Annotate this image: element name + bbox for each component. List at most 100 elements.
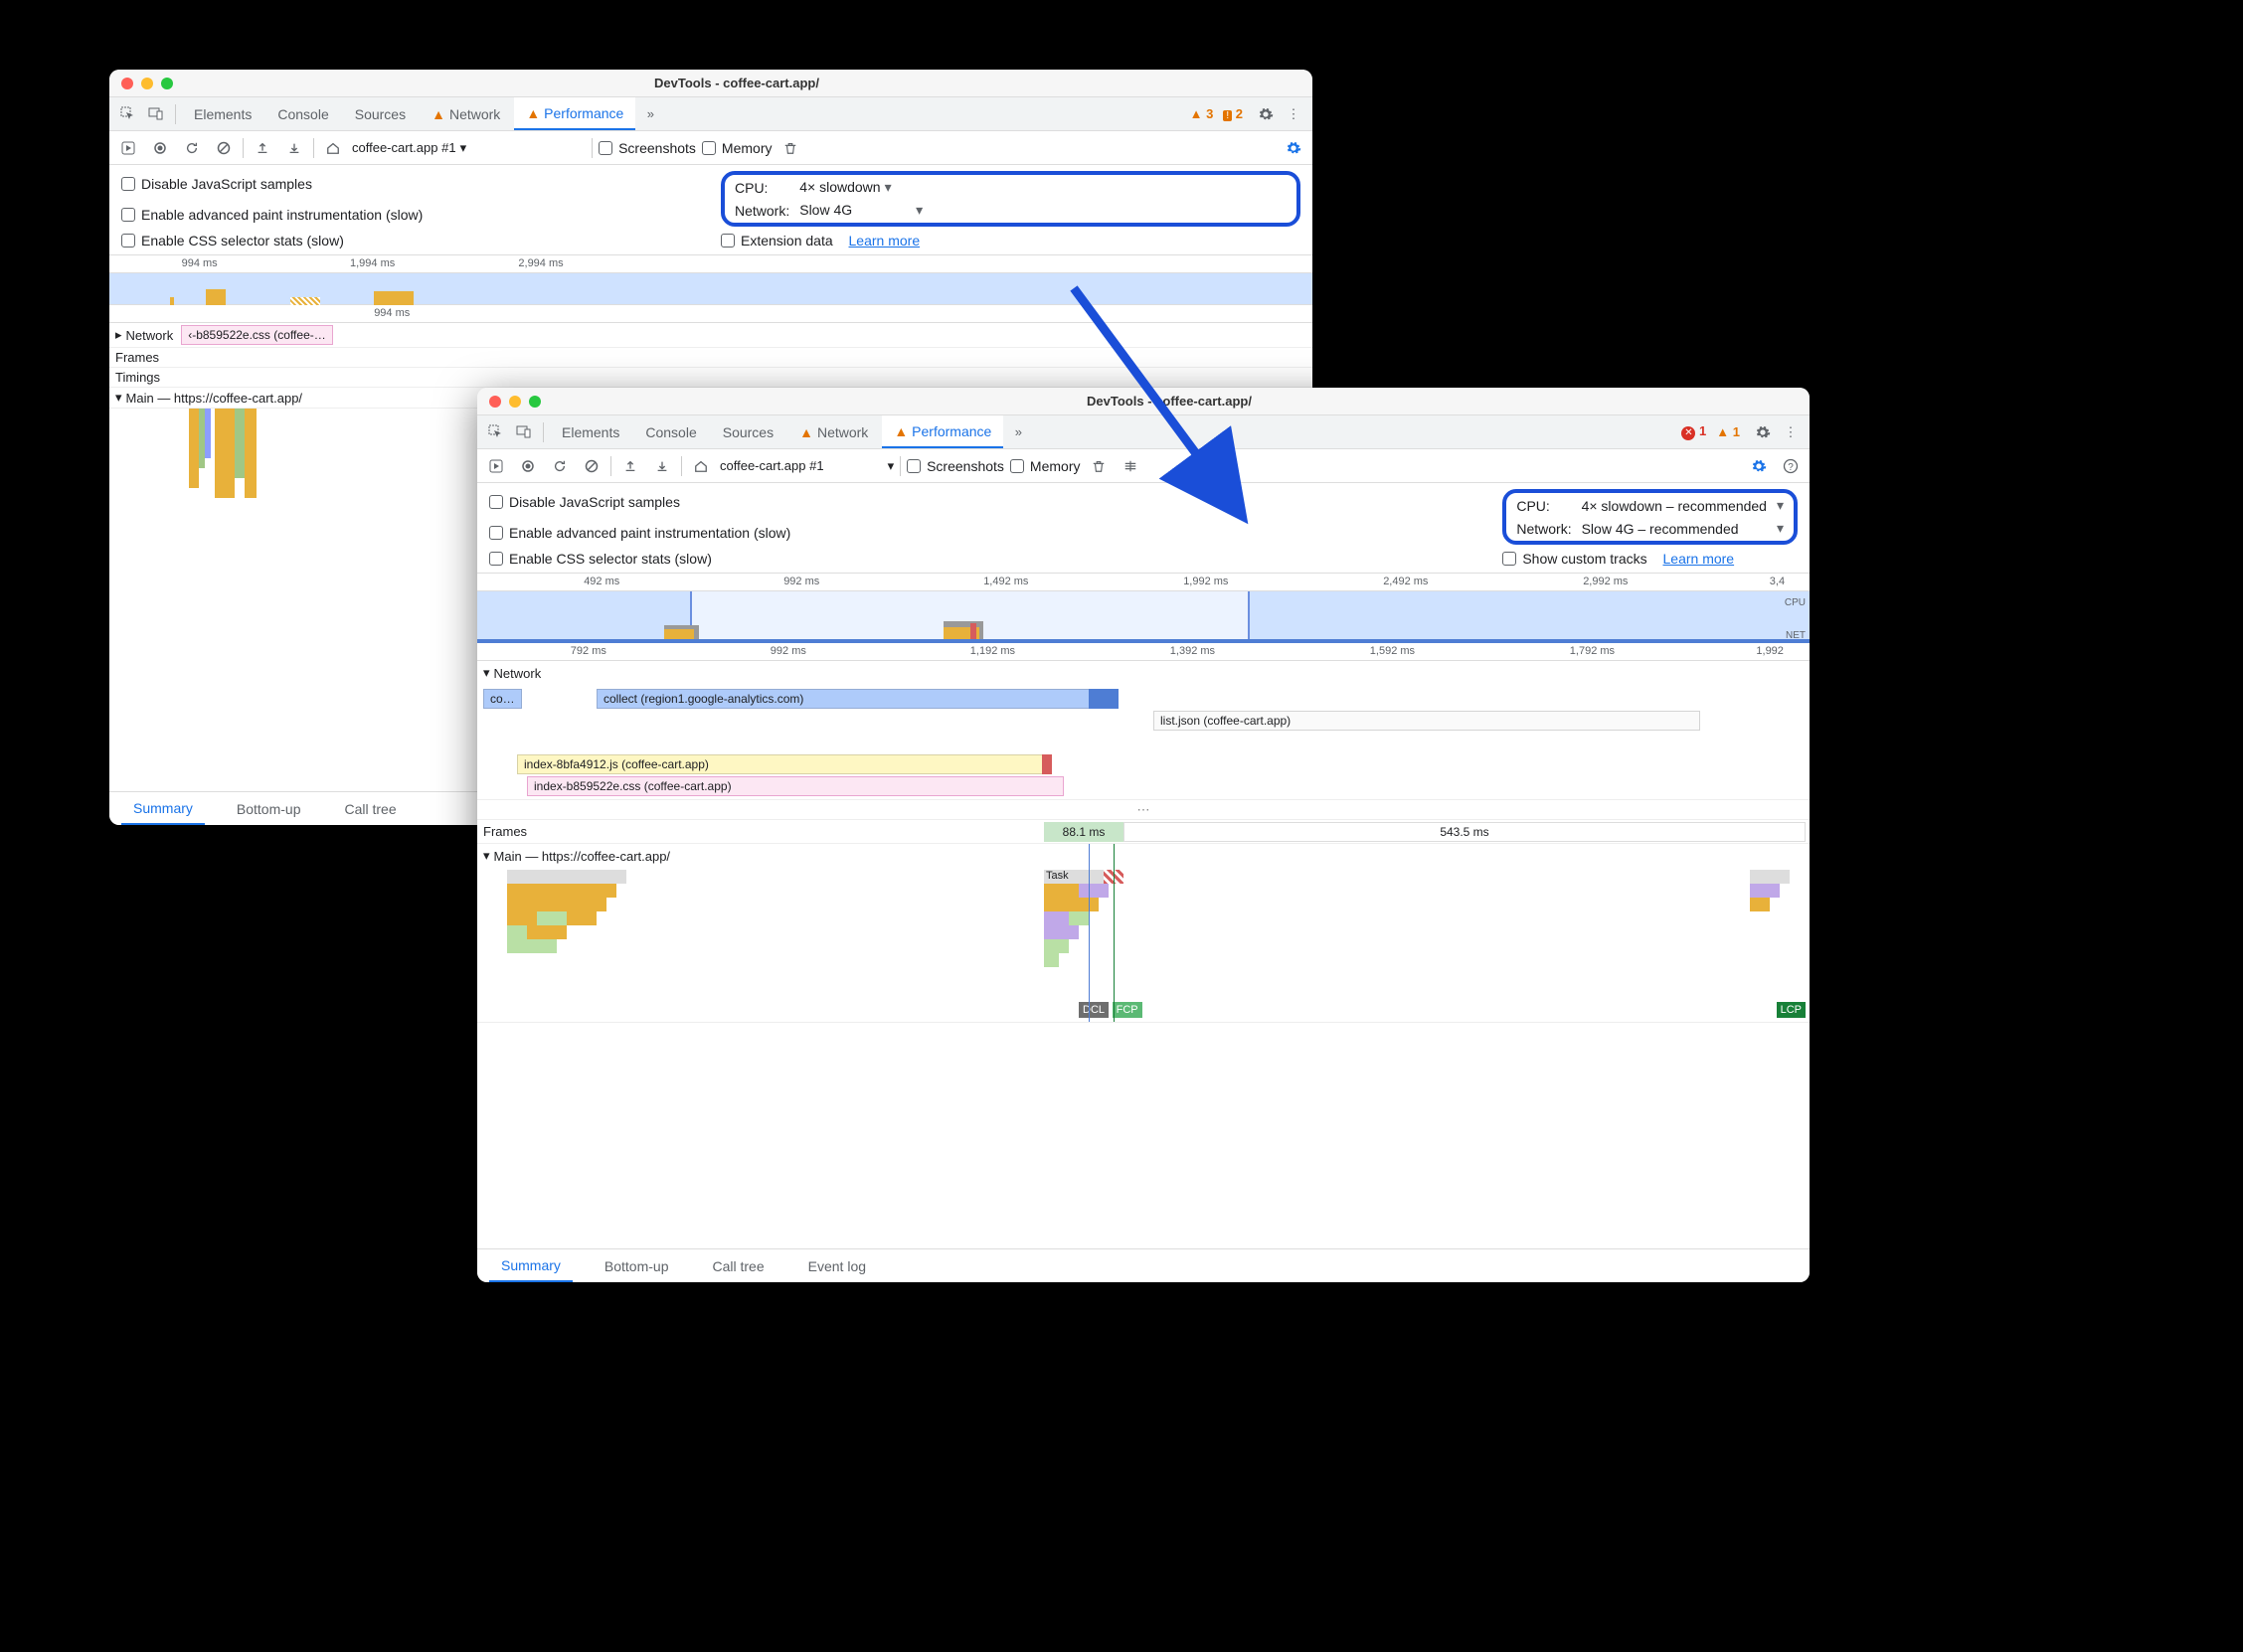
frames-track-header[interactable]: Frames [109, 348, 1312, 368]
tab-summary[interactable]: Summary [489, 1249, 573, 1282]
tab-console[interactable]: Console [633, 415, 708, 448]
net-request-listjson[interactable]: list.json (coffee-cart.app) [1153, 711, 1700, 731]
fcp-marker[interactable]: FCP [1113, 1002, 1142, 1018]
extension-data-checkbox[interactable]: Extension data Learn more [721, 233, 1300, 248]
screenshots-checkbox[interactable]: Screenshots [599, 140, 696, 156]
net-request-collect[interactable]: collect (region1.google-analytics.com) [597, 689, 1094, 709]
gc-icon[interactable] [1086, 453, 1112, 479]
dcl-marker[interactable]: DCL [1079, 1002, 1109, 1018]
more-tabs-icon[interactable]: » [1005, 419, 1031, 445]
tab-console[interactable]: Console [265, 97, 340, 130]
clear-icon[interactable] [579, 453, 604, 479]
disable-js-checkbox[interactable]: Disable JavaScript samples [121, 171, 701, 196]
shortcuts-icon[interactable] [1118, 453, 1143, 479]
error-badge[interactable]: ✕ 1 [1681, 423, 1706, 440]
css-stats-checkbox[interactable]: Enable CSS selector stats (slow) [121, 233, 701, 248]
reload-icon[interactable] [547, 453, 573, 479]
download-icon[interactable] [281, 135, 307, 161]
minimize-icon[interactable] [509, 396, 521, 408]
home-icon[interactable] [688, 453, 714, 479]
cpu-throttle-select[interactable]: 4× slowdown [799, 179, 1277, 196]
more-tabs-icon[interactable]: » [637, 101, 663, 127]
inspect-icon[interactable] [483, 419, 509, 445]
home-icon[interactable] [320, 135, 346, 161]
record-circle-icon[interactable] [515, 453, 541, 479]
network-throttle-select[interactable]: Slow 4G [799, 202, 923, 219]
record-icon[interactable] [483, 453, 509, 479]
network-request-css[interactable]: ‹-b859522e.css (coffee-… [181, 325, 333, 345]
help-icon[interactable]: ? [1778, 453, 1804, 479]
frame-duration-b[interactable]: 543.5 ms [1123, 822, 1806, 842]
tab-performance[interactable]: ▲Performance [514, 97, 635, 130]
gear-icon[interactable] [1750, 419, 1776, 445]
trace-selector[interactable]: coffee-cart.app #1▾ [352, 140, 466, 156]
kebab-icon[interactable]: ⋮ [1281, 101, 1306, 127]
tab-sources[interactable]: Sources [711, 415, 785, 448]
tab-bottom-up[interactable]: Bottom-up [225, 792, 313, 825]
network-track-header[interactable]: ▸Network‹-b859522e.css (coffee-… [109, 323, 1312, 348]
net-request-indexjs[interactable]: index-8bfa4912.js (coffee-cart.app) [517, 754, 1044, 774]
download-icon[interactable] [649, 453, 675, 479]
chevron-down-icon: ▾ [1777, 520, 1784, 537]
upload-icon[interactable] [617, 453, 643, 479]
learn-more-link[interactable]: Learn more [1663, 551, 1735, 567]
trace-selector[interactable]: coffee-cart.app #1▾ [720, 458, 894, 474]
gc-icon[interactable] [777, 135, 803, 161]
net-request-indexcss[interactable]: index-b859522e.css (coffee-cart.app) [527, 776, 1064, 796]
close-icon[interactable] [489, 396, 501, 408]
tab-summary[interactable]: Summary [121, 792, 205, 825]
disable-js-checkbox[interactable]: Disable JavaScript samples [489, 489, 1482, 514]
warning-badge[interactable]: ▲ 1 [1716, 424, 1740, 439]
capture-settings-icon[interactable] [1746, 453, 1772, 479]
device-toggle-icon[interactable] [143, 101, 169, 127]
tab-performance[interactable]: ▲Performance [882, 415, 1003, 448]
tab-call-tree[interactable]: Call tree [333, 792, 409, 825]
learn-more-link[interactable]: Learn more [849, 233, 921, 248]
zoom-icon[interactable] [161, 78, 173, 89]
tab-event-log[interactable]: Event log [796, 1249, 878, 1282]
lcp-marker[interactable]: LCP [1777, 1002, 1806, 1018]
minimize-icon[interactable] [141, 78, 153, 89]
network-track[interactable]: ▾Network co… collect (region1.google-ana… [477, 661, 1810, 800]
tab-elements[interactable]: Elements [182, 97, 263, 130]
memory-checkbox[interactable]: Memory [1010, 458, 1081, 474]
kebab-icon[interactable]: ⋮ [1778, 419, 1804, 445]
zoom-icon[interactable] [529, 396, 541, 408]
gear-icon[interactable] [1253, 101, 1279, 127]
cpu-throttle-select[interactable]: 4× slowdown – recommended [1582, 498, 1767, 514]
frames-track[interactable]: Frames 88.1 ms 543.5 ms [477, 820, 1810, 844]
task-block[interactable]: Task [1044, 870, 1104, 884]
net-request-co[interactable]: co… [483, 689, 522, 709]
record-icon[interactable] [115, 135, 141, 161]
custom-tracks-checkbox[interactable]: Show custom tracks Learn more [1502, 551, 1798, 567]
device-toggle-icon[interactable] [511, 419, 537, 445]
timeline-overview[interactable]: 492 ms 992 ms 1,492 ms 1,992 ms 2,492 ms… [477, 574, 1810, 643]
warning-badge[interactable]: ▲ 3 [1190, 106, 1214, 121]
frame-duration-a[interactable]: 88.1 ms [1044, 822, 1123, 842]
tab-elements[interactable]: Elements [550, 415, 631, 448]
tab-network[interactable]: ▲Network [420, 97, 512, 130]
paint-instrumentation-checkbox[interactable]: Enable advanced paint instrumentation (s… [489, 520, 1482, 545]
css-stats-checkbox[interactable]: Enable CSS selector stats (slow) [489, 551, 1482, 567]
inspect-icon[interactable] [115, 101, 141, 127]
upload-icon[interactable] [250, 135, 275, 161]
capture-settings-icon[interactable] [1281, 135, 1306, 161]
ruler[interactable]: 994 ms [109, 305, 1312, 323]
paint-instrumentation-checkbox[interactable]: Enable advanced paint instrumentation (s… [121, 202, 701, 227]
timeline-overview[interactable]: 994 ms 1,994 ms 2,994 ms [109, 255, 1312, 305]
memory-checkbox[interactable]: Memory [702, 140, 773, 156]
timings-track-header[interactable]: Timings [109, 368, 1312, 388]
network-throttle-select[interactable]: Slow 4G – recommended [1582, 521, 1767, 537]
ruler-detail[interactable]: 792 ms 992 ms 1,192 ms 1,392 ms 1,592 ms… [477, 643, 1810, 661]
record-circle-icon[interactable] [147, 135, 173, 161]
tab-network[interactable]: ▲Network [787, 415, 880, 448]
tab-sources[interactable]: Sources [343, 97, 418, 130]
main-track[interactable]: ▾Main — https://coffee-cart.app/ Task [477, 844, 1810, 1023]
info-badge[interactable]: ! 2 [1223, 106, 1243, 121]
tab-bottom-up[interactable]: Bottom-up [593, 1249, 681, 1282]
clear-icon[interactable] [211, 135, 237, 161]
tab-call-tree[interactable]: Call tree [701, 1249, 776, 1282]
reload-icon[interactable] [179, 135, 205, 161]
close-icon[interactable] [121, 78, 133, 89]
screenshots-checkbox[interactable]: Screenshots [907, 458, 1004, 474]
